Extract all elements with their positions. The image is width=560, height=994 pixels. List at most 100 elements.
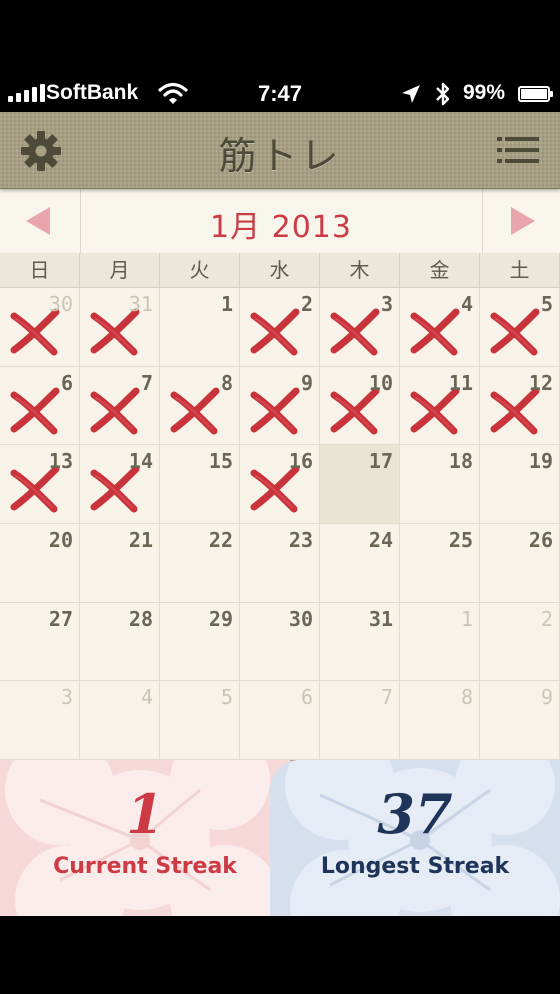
day-number: 30 <box>48 292 73 316</box>
day-number: 4 <box>140 685 153 710</box>
calendar-day[interactable]: 3 <box>320 288 400 367</box>
day-number: 4 <box>460 292 473 316</box>
day-number: 17 <box>368 449 393 474</box>
calendar-day[interactable]: 10 <box>320 366 400 446</box>
calendar-day[interactable]: 15 <box>160 445 240 524</box>
day-number: 2 <box>540 606 553 631</box>
day-number: 19 <box>528 449 553 474</box>
calendar-day[interactable]: 25 <box>400 523 480 603</box>
calendar-day[interactable]: 22 <box>160 523 240 603</box>
calendar-grid: 30 31 1 2 3 4 5 6 7 8 9 10 11 12 13 14 15 16 17 18 19 20 21 22 2… <box>0 288 560 760</box>
prev-month-button[interactable] <box>0 189 81 253</box>
day-number: 18 <box>448 449 473 474</box>
next-month-button[interactable] <box>482 189 560 253</box>
x-mark-icon <box>410 308 460 356</box>
calendar-day[interactable]: 6 <box>240 681 320 760</box>
x-mark-icon <box>10 387 60 435</box>
day-number: 2 <box>300 292 313 316</box>
calendar-day[interactable]: 30 <box>240 602 320 682</box>
day-number: 1 <box>220 292 233 316</box>
calendar-day[interactable]: 23 <box>240 523 320 603</box>
day-number: 1 <box>460 606 473 631</box>
calendar-day[interactable]: 20 <box>0 523 80 603</box>
calendar-day[interactable]: 28 <box>80 602 160 682</box>
calendar-day[interactable]: 1 <box>160 288 240 367</box>
day-number: 29 <box>208 606 233 631</box>
calendar-day[interactable]: 4 <box>80 681 160 760</box>
day-number: 8 <box>460 685 473 710</box>
weekday-label: 火 <box>160 253 240 287</box>
day-number: 10 <box>368 370 393 395</box>
day-number: 24 <box>368 527 393 552</box>
day-number: 5 <box>540 292 553 316</box>
current-streak-card: 1 Current Streak <box>0 760 290 916</box>
streak-panel: 1 Current Streak 37 Longest Streak <box>0 760 560 916</box>
calendar-day[interactable]: 29 <box>160 602 240 682</box>
calendar-day[interactable]: 24 <box>320 523 400 603</box>
longest-streak-value: 37 <box>377 782 453 846</box>
x-mark-icon <box>250 308 300 356</box>
day-number: 25 <box>448 527 473 552</box>
day-number: 12 <box>528 370 553 395</box>
calendar-day[interactable]: 18 <box>400 445 480 524</box>
calendar-day[interactable]: 1 <box>400 602 480 682</box>
day-number: 6 <box>300 685 313 710</box>
chevron-right-icon <box>511 207 535 235</box>
day-number: 3 <box>60 685 73 710</box>
calendar-day[interactable]: 8 <box>400 681 480 760</box>
day-number: 5 <box>220 685 233 710</box>
calendar-day[interactable]: 13 <box>0 445 80 524</box>
calendar-day[interactable]: 21 <box>80 523 160 603</box>
calendar-day[interactable]: 2 <box>480 602 560 682</box>
calendar-day[interactable]: 19 <box>480 445 560 524</box>
calendar-day[interactable]: 12 <box>480 366 560 446</box>
day-number: 9 <box>540 685 553 710</box>
month-title: 1月 2013 <box>210 210 352 245</box>
day-number: 27 <box>48 606 73 631</box>
battery-percent: 99% <box>463 81 506 104</box>
calendar-day[interactable]: 6 <box>0 366 80 446</box>
calendar-day[interactable]: 11 <box>400 366 480 446</box>
calendar-day[interactable]: 31 <box>80 288 160 367</box>
x-mark-icon <box>330 308 380 356</box>
calendar-day[interactable]: 9 <box>240 366 320 446</box>
calendar-day[interactable]: 30 <box>0 288 80 367</box>
calendar-day[interactable]: 31 <box>320 602 400 682</box>
calendar-day[interactable]: 14 <box>80 445 160 524</box>
day-number: 8 <box>220 370 233 395</box>
calendar-day[interactable]: 27 <box>0 602 80 682</box>
calendar-day[interactable]: 26 <box>480 523 560 603</box>
weekday-label: 月 <box>80 253 160 287</box>
x-mark-icon <box>490 308 540 356</box>
weekday-label: 水 <box>240 253 320 287</box>
nav-bar: 筋トレ <box>0 112 560 189</box>
day-number: 6 <box>60 370 73 395</box>
battery-icon <box>518 86 553 102</box>
list-icon[interactable] <box>497 134 539 166</box>
day-number: 22 <box>208 527 233 552</box>
calendar-day[interactable]: 5 <box>480 288 560 367</box>
bluetooth-icon <box>436 82 450 106</box>
battery-fill <box>521 89 547 99</box>
calendar-day[interactable]: 7 <box>80 366 160 446</box>
calendar-day[interactable]: 4 <box>400 288 480 367</box>
day-number: 28 <box>128 606 153 631</box>
calendar-header: 1月 2013 <box>0 189 560 254</box>
calendar-day[interactable]: 7 <box>320 681 400 760</box>
calendar-day-today[interactable]: 17 <box>320 445 400 524</box>
calendar-day[interactable]: 5 <box>160 681 240 760</box>
calendar-day[interactable]: 3 <box>0 681 80 760</box>
day-number: 26 <box>528 527 553 552</box>
x-mark-icon <box>90 387 140 435</box>
chevron-left-icon <box>26 207 50 235</box>
longest-streak-card: 37 Longest Streak <box>270 760 560 916</box>
day-number: 11 <box>448 370 473 395</box>
day-number: 7 <box>380 685 393 710</box>
day-number: 31 <box>368 606 393 631</box>
calendar-day[interactable]: 2 <box>240 288 320 367</box>
day-number: 20 <box>48 527 73 552</box>
calendar-day[interactable]: 9 <box>480 681 560 760</box>
calendar-day[interactable]: 16 <box>240 445 320 524</box>
calendar-day[interactable]: 8 <box>160 366 240 446</box>
day-number: 31 <box>128 292 153 316</box>
